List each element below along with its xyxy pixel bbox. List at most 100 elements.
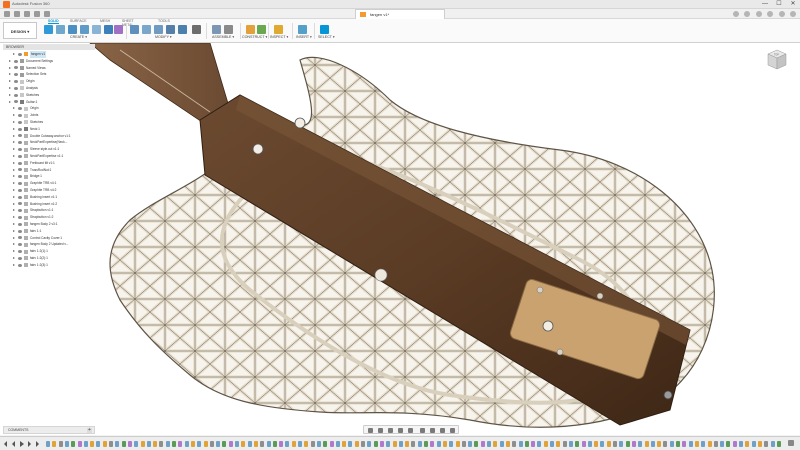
expand-arrow-icon[interactable] [13,257,15,259]
expand-arrow-icon[interactable] [13,175,15,178]
timeline-feature-icon[interactable] [354,441,359,447]
data-panel-icon[interactable] [4,11,10,17]
timeline-feature-icon[interactable] [493,441,498,447]
timeline-forward-icon[interactable] [28,441,31,447]
expand-arrow-icon[interactable] [13,243,15,246]
timeline-feature-icon[interactable] [335,441,340,447]
timeline-feature-icon[interactable] [461,441,466,447]
visibility-eye-icon[interactable] [14,93,18,97]
timeline-feature-icon[interactable] [713,441,718,447]
browser-item[interactable]: fangen Body 2 Updated v... [3,241,95,248]
timeline-feature-icon[interactable] [739,441,743,447]
tab-tools[interactable]: TOOLS [158,19,170,23]
revolve-icon[interactable] [80,25,89,34]
timeline-feature-icon[interactable] [272,441,277,447]
timeline-feature-icon[interactable] [121,441,126,447]
visibility-eye-icon[interactable] [18,134,22,138]
visibility-eye-icon[interactable] [14,66,18,70]
visibility-eye-icon[interactable] [18,147,22,151]
timeline-feature-icon[interactable] [581,441,586,447]
timeline-feature-icon[interactable] [455,441,460,447]
inspect-group-label[interactable]: INSPECT ▾ [270,35,288,39]
timeline-feature-icon[interactable] [127,441,132,447]
browser-item[interactable]: Graphite TRB v4:2 [3,187,95,194]
visibility-eye-icon[interactable] [18,229,22,233]
timeline-feature-icon[interactable] [165,441,170,447]
timeline-feature-icon[interactable] [348,441,353,447]
timeline-end-icon[interactable] [36,441,39,447]
maximize-button[interactable]: ☐ [772,0,786,9]
new-tab-icon[interactable] [733,11,740,17]
tab-mesh[interactable]: MESH [100,19,110,23]
timeline-feature-icon[interactable] [253,441,258,447]
timeline-feature-icon[interactable] [46,441,50,447]
timeline-feature-icon[interactable] [600,441,605,447]
create-group-label[interactable]: CREATE ▾ [70,35,87,39]
browser-header[interactable]: BROWSER [3,44,95,50]
workspace-switcher[interactable]: DESIGN ▾ [3,22,37,39]
expand-arrow-icon[interactable] [13,161,15,164]
visibility-eye-icon[interactable] [18,243,22,247]
browser-item[interactable]: fairv 1:2(3):1 [3,262,95,269]
timeline-feature-icon[interactable] [386,441,391,447]
visibility-eye-icon[interactable] [14,79,18,83]
viewports-icon[interactable] [440,428,445,433]
timeline-feature-icon[interactable] [115,441,120,447]
timeline-feature-icon[interactable] [342,441,347,447]
browser-item[interactable]: fairv 1:2(1):1 [3,248,95,255]
zoom-icon[interactable] [398,428,403,433]
timeline-feature-icon[interactable] [436,441,441,447]
timeline-feature-icon[interactable] [770,441,775,447]
browser-item[interactable]: Graphite TRB v4:1 [3,180,95,187]
combine-icon[interactable] [178,25,187,34]
timeline-feature-icon[interactable] [291,441,296,447]
timeline-feature-icon[interactable] [209,441,214,447]
timeline-feature-icon[interactable] [512,441,517,447]
timeline-feature-icon[interactable] [83,441,88,447]
expand-arrow-icon[interactable] [9,87,11,89]
expand-arrow-icon[interactable] [13,236,15,239]
browser-item[interactable]: Sketches [3,119,95,126]
new-component-assemble-icon[interactable] [212,25,221,34]
visibility-eye-icon[interactable] [18,195,22,199]
timeline-feature-icon[interactable] [77,441,82,447]
expand-arrow-icon[interactable] [13,168,15,171]
timeline-feature-icon[interactable] [235,441,239,447]
environment-icon[interactable] [450,428,455,433]
timeline-feature-icon[interactable] [430,441,435,447]
shell-icon[interactable] [166,25,175,34]
timeline-feature-icon[interactable] [732,441,737,447]
chamfer-icon[interactable] [154,25,163,34]
redo-icon[interactable] [44,11,50,17]
timeline-feature-icon[interactable] [587,441,592,447]
timeline-feature-icon[interactable] [701,441,706,447]
construct-axis-icon[interactable] [257,25,266,34]
undo-icon[interactable] [34,11,40,17]
expand-arrow-icon[interactable] [13,148,15,151]
browser-item[interactable]: Origin [3,105,95,112]
job-status-icon[interactable] [755,11,762,17]
timeline-feature-icon[interactable] [90,441,95,447]
pan-icon[interactable] [388,428,393,433]
browser-item[interactable]: Origin [3,78,95,85]
timeline-feature-icon[interactable] [134,441,139,447]
expand-arrow-icon[interactable] [13,127,15,130]
timeline-feature-icon[interactable] [411,441,416,447]
timeline-feature-icon[interactable] [172,441,176,447]
move-icon[interactable] [192,25,201,34]
browser-item[interactable]: Bushing insert v1:2 [3,201,95,208]
browser-item[interactable]: Strapbutton v1:1 [3,207,95,214]
timeline-feature-icon[interactable] [657,441,662,447]
browser-item[interactable]: Bridge:1 [3,173,95,180]
timeline-feature-icon[interactable] [556,441,561,447]
browser-item[interactable]: Fretboard tilt v1:1 [3,160,95,167]
timeline-feature-icon[interactable] [487,441,491,447]
visibility-eye-icon[interactable] [14,86,18,90]
press-pull-icon[interactable] [130,25,139,34]
timeline-feature-icon[interactable] [190,441,195,447]
visibility-eye-icon[interactable] [18,202,22,206]
timeline-feature-icon[interactable] [285,441,290,447]
measure-icon[interactable] [274,25,283,34]
browser-item[interactable]: fangen Body 2 v3:1 [3,221,95,228]
expand-arrow-icon[interactable] [13,250,15,253]
